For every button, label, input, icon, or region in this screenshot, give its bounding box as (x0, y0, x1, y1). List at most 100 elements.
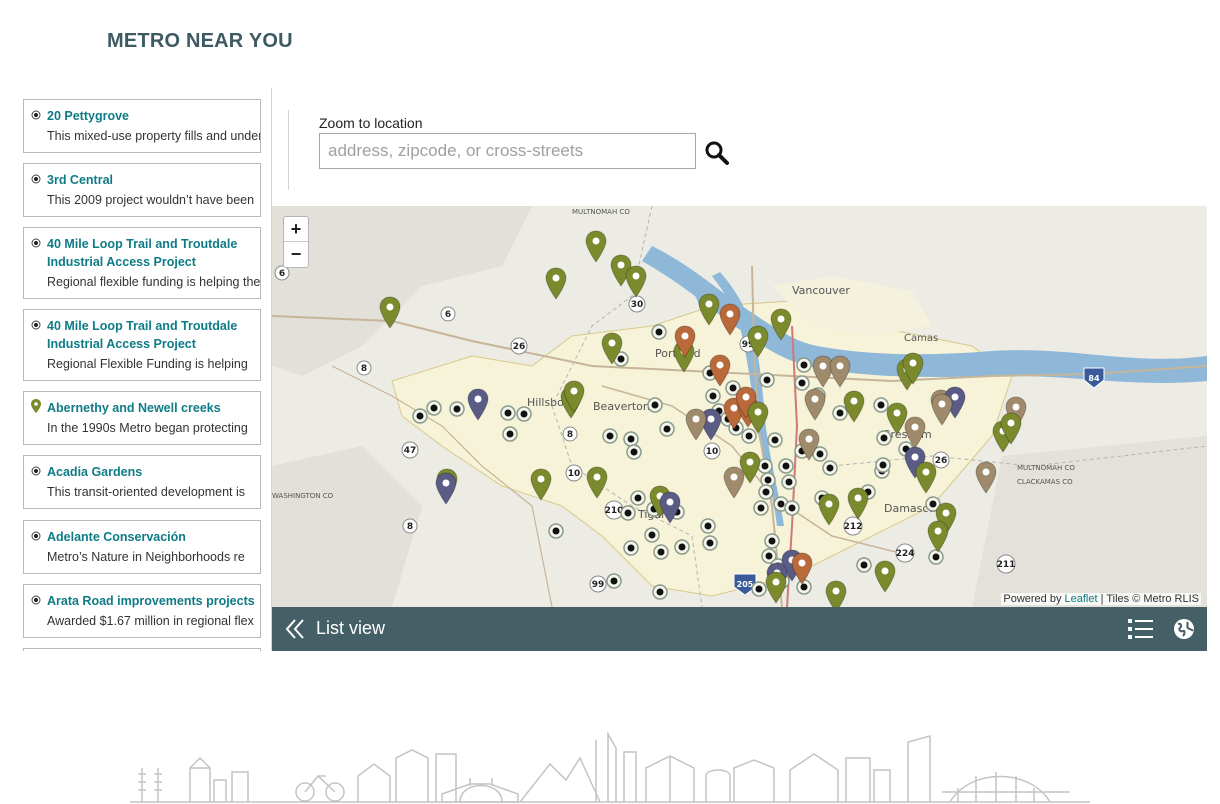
project-dot[interactable] (822, 460, 838, 476)
project-dot[interactable] (781, 474, 797, 490)
project-dot[interactable] (548, 523, 564, 539)
project-dot[interactable] (602, 428, 618, 444)
project-dot[interactable] (753, 500, 769, 516)
project-dot[interactable] (659, 421, 675, 437)
project-dot[interactable] (674, 539, 690, 555)
list-item[interactable] (23, 648, 261, 651)
zoom-out-button[interactable]: − (284, 242, 308, 267)
list-item[interactable]: 3rd Central This 2009 project wouldn’t h… (23, 163, 261, 217)
project-dot[interactable] (426, 400, 442, 416)
project-dot[interactable] (796, 579, 812, 595)
double-chevron-left-icon[interactable] (284, 617, 306, 641)
project-dot[interactable] (449, 401, 465, 417)
project-dot[interactable] (502, 426, 518, 442)
globe-icon[interactable] (1172, 617, 1196, 641)
project-dot[interactable] (794, 375, 810, 391)
list-item-desc: This mixed-use property fills and under (47, 129, 260, 143)
circle-dot-icon (31, 595, 41, 605)
project-dot[interactable] (873, 397, 889, 413)
project-dot[interactable] (651, 324, 667, 340)
project-dot[interactable] (751, 581, 767, 597)
svg-text:224: 224 (896, 549, 915, 559)
svg-text:212: 212 (844, 522, 863, 532)
svg-text:6: 6 (279, 269, 285, 279)
project-dot[interactable] (758, 484, 774, 500)
route-shield: 6 (274, 265, 290, 281)
project-dot[interactable] (647, 397, 663, 413)
place-label: Vancouver (792, 284, 850, 297)
attribution-suffix: | Tiles © Metro RLIS (1100, 593, 1199, 605)
project-dot[interactable] (516, 406, 532, 422)
circle-dot-icon (31, 174, 41, 184)
map-tiles[interactable]: Vancouver Camas Portland Hillsboro Beave… (272, 206, 1207, 607)
leaflet-link[interactable]: Leaflet (1065, 593, 1098, 605)
project-dot[interactable] (741, 428, 757, 444)
svg-text:6: 6 (445, 310, 451, 320)
place-label: Beaverton (593, 400, 650, 413)
list-item-title[interactable]: 40 Mile Loop Trail and Troutdale Industr… (47, 235, 256, 271)
search-icon[interactable] (704, 140, 730, 166)
project-dot[interactable] (928, 549, 944, 565)
project-dot[interactable] (652, 584, 668, 600)
list-item-title[interactable]: 3rd Central (47, 171, 256, 189)
route-shield: 30 (628, 295, 646, 313)
list-item[interactable]: Abernethy and Newell creeks In the 1990s… (23, 391, 261, 445)
project-dot[interactable] (796, 357, 812, 373)
project-dot[interactable] (767, 432, 783, 448)
svg-text:84: 84 (1088, 374, 1100, 383)
project-dot[interactable] (764, 533, 780, 549)
list-item[interactable]: 40 Mile Loop Trail and Troutdale Industr… (23, 227, 261, 299)
list-view-label[interactable]: List view (316, 618, 385, 639)
list-item-desc: Metro’s Nature in Neighborhoods re (47, 550, 245, 564)
map-attribution: Powered by Leaflet | Tiles © Metro RLIS (1001, 593, 1201, 605)
zoom-in-button[interactable]: + (284, 217, 308, 242)
project-dot[interactable] (875, 457, 891, 473)
results-list[interactable]: 20 Pettygrove This mixed-use property fi… (12, 88, 272, 651)
project-dot[interactable] (630, 490, 646, 506)
route-shield: 8 (356, 360, 372, 376)
project-dot[interactable] (606, 573, 622, 589)
svg-text:10: 10 (706, 447, 719, 457)
list-item[interactable]: Acadia Gardens This transit-oriented dev… (23, 455, 261, 509)
project-dot[interactable] (412, 408, 428, 424)
list-item-title[interactable]: Abernethy and Newell creeks (47, 399, 256, 417)
search-input[interactable] (319, 133, 696, 169)
svg-text:8: 8 (407, 522, 413, 532)
project-dot[interactable] (832, 405, 848, 421)
project-dot[interactable] (705, 388, 721, 404)
project-dot[interactable] (702, 535, 718, 551)
route-shield: 210 (604, 500, 624, 520)
list-item-title[interactable]: Acadia Gardens (47, 463, 256, 481)
project-dot[interactable] (700, 518, 716, 534)
project-dot[interactable] (784, 500, 800, 516)
list-item[interactable]: 20 Pettygrove This mixed-use property fi… (23, 99, 261, 153)
route-shield: 224 (895, 543, 915, 563)
list-item[interactable]: Adelante Conservación Metro’s Nature in … (23, 520, 261, 574)
bottom-bar: List view (272, 607, 1207, 651)
project-dot[interactable] (653, 544, 669, 560)
list-item[interactable]: Arata Road improvements projects Awarded… (23, 584, 261, 638)
list-item-title[interactable]: Arata Road improvements projects (47, 592, 256, 610)
list-item-title[interactable]: 20 Pettygrove (47, 107, 256, 125)
route-shield: 211 (996, 554, 1016, 574)
project-dot[interactable] (626, 444, 642, 460)
project-dot[interactable] (759, 372, 775, 388)
list-item-desc: Regional Flexible Funding is helping (47, 357, 248, 371)
project-dot[interactable] (778, 458, 794, 474)
list-item[interactable]: 40 Mile Loop Trail and Troutdale Industr… (23, 309, 261, 381)
list-item-title[interactable]: 40 Mile Loop Trail and Troutdale Industr… (47, 317, 256, 353)
project-dot[interactable] (623, 431, 639, 447)
svg-text:205: 205 (737, 580, 754, 589)
project-dot[interactable] (876, 430, 892, 446)
route-shield: 212 (843, 516, 863, 536)
list-icon[interactable] (1127, 617, 1155, 641)
project-dot[interactable] (500, 405, 516, 421)
list-item-title[interactable]: Adelante Conservación (47, 528, 256, 546)
project-dot[interactable] (620, 505, 636, 521)
project-dot[interactable] (623, 540, 639, 556)
project-dot[interactable] (856, 557, 872, 573)
map[interactable]: Vancouver Camas Portland Hillsboro Beave… (272, 206, 1207, 607)
svg-text:26: 26 (513, 342, 526, 352)
project-dot[interactable] (644, 527, 660, 543)
circle-dot-icon (31, 466, 41, 476)
